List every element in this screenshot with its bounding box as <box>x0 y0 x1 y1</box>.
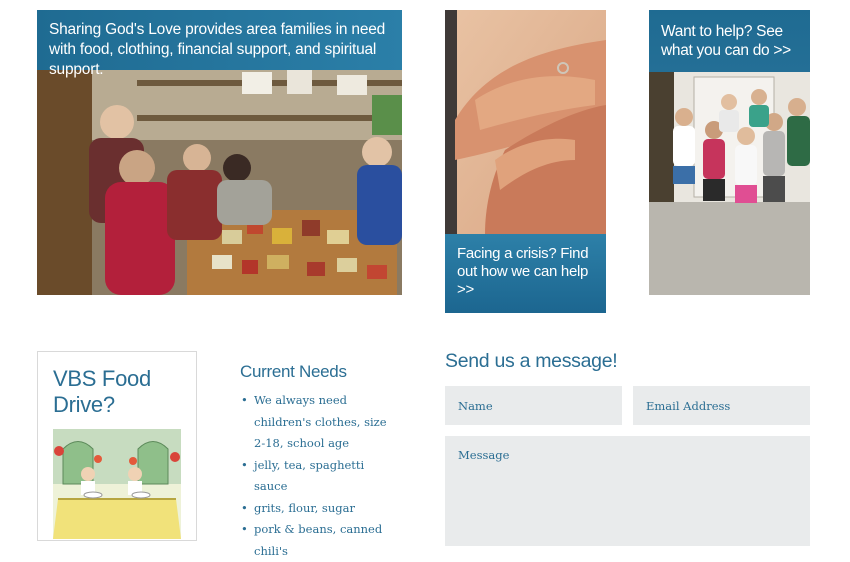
help-banner[interactable]: Want to help? See what you can do >> <box>649 10 810 72</box>
pantry-photo <box>37 70 402 295</box>
current-needs-heading: Current Needs <box>240 362 347 381</box>
pantry-tile[interactable]: Sharing God's Love provides area familie… <box>37 10 402 295</box>
message-field[interactable] <box>445 436 810 546</box>
email-field[interactable] <box>633 386 810 425</box>
current-needs-list: We always need children's clothes, size … <box>240 390 400 562</box>
crisis-caption[interactable]: Facing a crisis? Find out how we can hel… <box>445 234 606 313</box>
help-tile[interactable]: Want to help? See what you can do >> <box>649 10 810 295</box>
list-item: jelly, tea, spaghetti sauce <box>240 455 400 498</box>
vbs-illustration <box>53 429 181 539</box>
name-field[interactable] <box>445 386 622 425</box>
contact-form-heading: Send us a message! <box>445 350 618 372</box>
volunteers-photo <box>649 72 810 295</box>
crisis-tile[interactable]: Facing a crisis? Find out how we can hel… <box>445 10 606 313</box>
list-item: We always need children's clothes, size … <box>240 390 400 455</box>
pantry-banner[interactable]: Sharing God's Love provides area familie… <box>37 10 402 78</box>
list-item: pork & beans, canned chili's <box>240 519 400 562</box>
vbs-card[interactable]: VBS Food Drive? <box>37 351 197 541</box>
hands-photo <box>445 10 606 234</box>
vbs-title[interactable]: VBS Food Drive? <box>53 366 193 418</box>
list-item: grits, flour, sugar <box>240 498 400 520</box>
